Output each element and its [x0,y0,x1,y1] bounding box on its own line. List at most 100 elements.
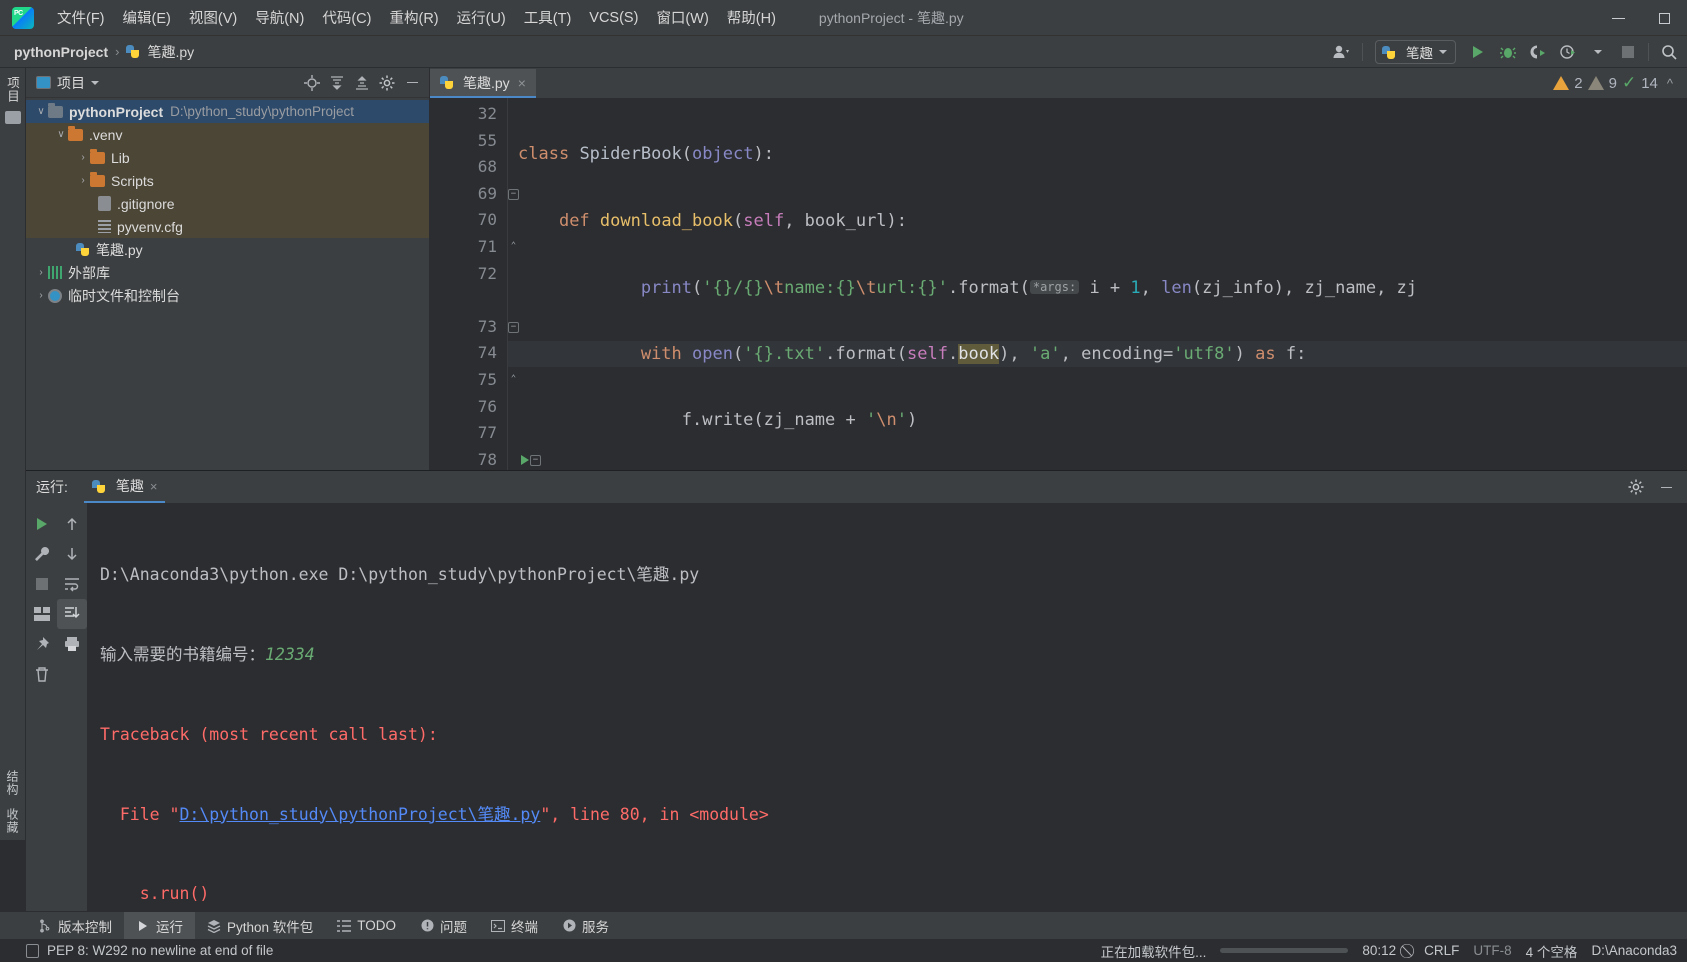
line-number: 71 ⌃ [430,234,516,261]
check-count: 14 [1641,74,1658,92]
clear-all-button[interactable] [27,659,57,689]
hide-panel-icon[interactable] [401,72,423,94]
menu-navigate[interactable]: 导航(N) [246,3,313,32]
maximize-button[interactable] [1641,0,1687,36]
tree-node-pyvenvcfg[interactable]: pyvenv.cfg [26,215,429,238]
run-sidebar-row-6 [27,659,87,689]
print-button[interactable] [57,629,87,659]
profile-dropdown[interactable] [1584,39,1612,65]
scroll-to-end-icon [64,607,80,619]
stop-button[interactable] [27,569,57,599]
chevron-right-icon[interactable]: › [34,267,48,278]
chevron-down-icon[interactable] [91,80,99,85]
console-output[interactable]: D:\Anaconda3\python.exe D:\python_study\… [88,503,1687,922]
minimize-button[interactable] [1595,0,1641,36]
tree-node-scripts[interactable]: › Scripts [26,169,429,192]
tree-label: .venv [89,126,123,143]
wrench-icon [34,546,49,561]
tree-node-venv[interactable]: ∨ .venv [26,123,429,146]
menu-help[interactable]: 帮助(H) [718,3,785,32]
close-icon[interactable]: × [518,75,526,91]
pin-button[interactable] [27,629,57,659]
run-tab-biqu[interactable]: 笔趣 × [83,472,166,503]
tree-node-biqu-py[interactable]: 笔趣.py [26,238,429,261]
breadcrumb-file[interactable]: 笔趣.py [147,42,194,62]
chevron-right-icon[interactable]: › [76,175,90,186]
toolwindow-python-packages[interactable]: Python 软件包 [195,912,325,940]
rail-project-label[interactable]: 项目 [3,76,22,103]
minimize-icon [1611,17,1625,19]
tab-biqu-py[interactable]: 笔趣.py × [430,69,536,98]
scroll-to-end-button[interactable] [56,599,87,629]
menu-view[interactable]: 视图(V) [180,3,246,32]
rail-bookmarks-label[interactable]: 收藏 [4,808,21,834]
tree-label: pythonProject [69,103,164,120]
expand-all-icon[interactable] [326,72,348,94]
breadcrumb-project[interactable]: pythonProject [14,44,108,60]
run-button[interactable] [1464,39,1492,65]
scroll-up-button[interactable] [57,509,87,539]
tree-node-gitignore[interactable]: .gitignore [26,192,429,215]
todo-icon [337,919,352,933]
run-configuration-selector[interactable]: 笔趣 [1375,40,1456,64]
locate-icon[interactable] [301,72,323,94]
console-line-command: D:\Anaconda3\python.exe D:\python_study\… [100,565,700,585]
menu-run[interactable]: 运行(U) [448,3,515,32]
run-with-coverage-button[interactable] [1524,39,1552,65]
layout-button[interactable] [27,599,57,629]
inspection-widget-icon[interactable] [26,943,39,958]
collapse-all-icon[interactable] [351,72,373,94]
toolwindow-label: 运行 [156,919,183,935]
chevron-up-icon[interactable]: ^ [1667,76,1673,91]
menu-code[interactable]: 代码(C) [313,3,380,32]
toolwindow-services[interactable]: 服务 [550,912,621,940]
interpreter[interactable]: D:\Anaconda3 [1591,943,1677,958]
toolwindow-version-control[interactable]: 版本控制 [26,912,124,940]
rail-structure-label[interactable]: 结构 [4,770,21,796]
tree-node-external-libraries[interactable]: › 外部库 [26,261,429,284]
arrow-down-icon [66,548,77,561]
chevron-expanded-icon[interactable]: ∨ [54,129,68,140]
menu-tools[interactable]: 工具(T) [515,3,581,32]
menu-vcs[interactable]: VCS(S) [580,6,647,30]
stop-button[interactable] [1614,39,1642,65]
run-panel-header: 运行: 笔趣 × [26,471,1687,503]
account-icon[interactable] [1328,39,1356,65]
line-separator[interactable]: CRLF [1424,943,1459,958]
settings-button[interactable] [27,539,57,569]
settings-icon[interactable] [376,72,398,94]
toolwindow-problems[interactable]: 问题 [408,912,479,940]
tree-node-pythonproject[interactable]: ∨ pythonProject D:\python_study\pythonPr… [26,100,429,123]
inspection-widget[interactable]: 2 9 ✓ 14 ^ [1553,73,1673,93]
menu-file[interactable]: 文件(F) [48,3,114,32]
line-number: 77 [477,423,497,443]
folder-icon[interactable] [4,111,21,124]
menu-edit[interactable]: 编辑(E) [114,3,180,32]
traceback-link[interactable]: D:\python_study\pythonProject\笔趣.py [179,805,540,824]
packages-icon [207,919,221,933]
close-icon[interactable]: × [150,479,158,494]
chevron-expanded-icon[interactable]: ∨ [34,106,48,117]
gear-icon[interactable] [1625,476,1647,498]
menu-refactor[interactable]: 重构(R) [380,3,447,32]
scroll-down-button[interactable] [57,539,87,569]
tree-node-lib[interactable]: › Lib [26,146,429,169]
rerun-button[interactable] [27,509,57,539]
menu-window[interactable]: 窗口(W) [647,3,717,32]
python-file-icon [76,242,90,257]
line-number: 74 [477,343,497,363]
caret-position[interactable]: 80:12 [1362,943,1396,958]
toolwindow-terminal[interactable]: 终端 [479,912,550,940]
soft-wrap-button[interactable] [57,569,87,599]
toolwindow-run[interactable]: 运行 [124,911,195,940]
tree-node-scratches-consoles[interactable]: › 临时文件和控制台 [26,284,429,307]
indent-setting[interactable]: 4 个空格 [1526,941,1578,961]
encoding[interactable]: UTF-8 [1473,943,1511,958]
chevron-right-icon[interactable]: › [76,152,90,163]
profile-button[interactable] [1554,39,1582,65]
chevron-right-icon[interactable]: › [34,290,48,301]
debug-button[interactable] [1494,39,1522,65]
search-everywhere-button[interactable] [1655,39,1683,65]
toolwindow-todo[interactable]: TODO [325,912,408,940]
hide-panel-icon[interactable] [1655,476,1677,498]
